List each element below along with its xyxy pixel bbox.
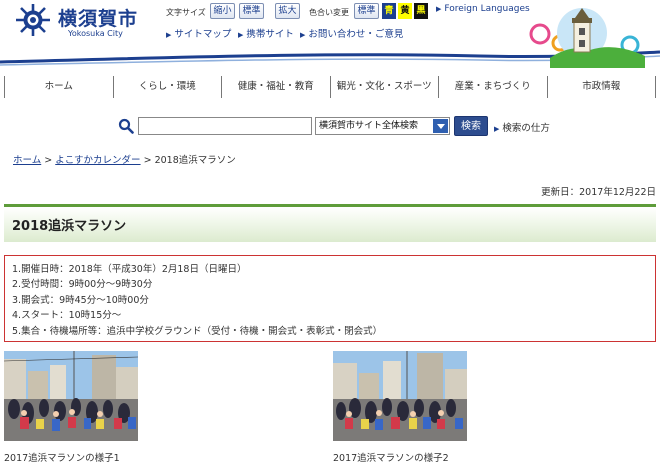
info-line: 5.集合・待機場所等：追浜中学校グラウンド（受付・待機・開会式・表彰式・閉会式）	[12, 325, 383, 337]
city-emblem-icon[interactable]	[14, 3, 52, 37]
sitemap-link[interactable]: ▶ サイトマップ	[166, 26, 231, 40]
search-help-link[interactable]: ▶ 検索の仕方	[494, 120, 550, 134]
font-enlarge-button[interactable]: 拡大	[275, 3, 300, 19]
color-blue-button[interactable]: 青	[382, 3, 396, 19]
lighthouse-illustration	[529, 8, 645, 68]
site-header: 横須賀市 Yokosuka City 文字サイズ 縮小 標準 拡大 色合い変更 …	[0, 0, 660, 68]
search-scope-value: 横須賀市サイト全体検索	[319, 121, 419, 131]
color-black-button[interactable]: 黒	[414, 3, 428, 19]
city-name-english: Yokosuka City	[68, 29, 123, 38]
font-size-label: 文字サイズ	[166, 8, 206, 17]
foreign-languages-link[interactable]: ▶ Foreign Languages	[436, 4, 530, 14]
contact-link[interactable]: ▶ お問い合わせ・ご意見	[300, 26, 403, 40]
search-button[interactable]: 検索	[454, 116, 488, 136]
marathon-photo-1[interactable]	[4, 351, 138, 441]
nav-item-industry[interactable]: 産業・まちづくり	[438, 76, 547, 98]
nav-item-home[interactable]: ホーム	[4, 76, 113, 98]
arrow-right-icon: ▶	[494, 125, 500, 133]
font-standard-button[interactable]: 標準	[239, 3, 264, 19]
arrow-right-icon: ▶	[436, 5, 442, 13]
search-icon	[118, 118, 134, 134]
foreign-languages-label: Foreign Languages	[444, 4, 530, 14]
marathon-photo-2[interactable]	[333, 351, 467, 441]
font-shrink-button[interactable]: 縮小	[210, 3, 235, 19]
info-line: 3.開会式：9時45分～10時00分	[12, 294, 149, 306]
breadcrumb-separator: >	[44, 155, 53, 166]
search-help-label: 検索の仕方	[502, 123, 550, 134]
arrow-right-icon: ▶	[166, 31, 172, 39]
global-nav: ホーム くらし・環境 健康・福祉・教育 観光・文化・スポーツ 産業・まちづくり …	[4, 76, 656, 98]
chevron-down-icon	[433, 119, 448, 133]
city-name[interactable]: 横須賀市	[58, 4, 138, 31]
mobile-site-label: 携帯サイト	[246, 29, 294, 40]
breadcrumb-home-link[interactable]: ホーム	[13, 155, 41, 166]
info-line: 2.受付時間：9時00分～9時30分	[12, 279, 153, 291]
mobile-site-link[interactable]: ▶ 携帯サイト	[238, 26, 294, 40]
info-line: 4.スタート：10時15分～	[12, 310, 122, 322]
contact-label: お問い合わせ・ご意見	[308, 29, 404, 40]
color-change-label: 色合い変更	[309, 8, 349, 17]
arrow-right-icon: ▶	[300, 31, 306, 39]
photo-caption-2: 2017追浜マラソンの様子2	[333, 453, 449, 464]
nav-item-city-info[interactable]: 市政情報	[546, 76, 656, 98]
breadcrumb: ホーム > よこすかカレンダー > 2018追浜マラソン	[13, 152, 236, 166]
page-title-bar: 2018追浜マラソン	[4, 204, 656, 242]
photo-caption-1: 2017追浜マラソンの様子1	[4, 453, 120, 464]
breadcrumb-current: 2018追浜マラソン	[154, 155, 236, 166]
event-info-box: 1.開催日時：2018年（平成30年）2月18日（日曜日） 2.受付時間：9時0…	[4, 255, 656, 342]
color-yellow-button[interactable]: 黄	[398, 3, 412, 19]
breadcrumb-separator: >	[143, 155, 152, 166]
nav-item-tourism[interactable]: 観光・文化・スポーツ	[329, 76, 439, 98]
breadcrumb-calendar-link[interactable]: よこすかカレンダー	[55, 155, 140, 166]
search-input[interactable]	[138, 117, 312, 135]
sitemap-label: サイトマップ	[174, 29, 232, 40]
nav-item-living[interactable]: くらし・環境	[112, 76, 222, 98]
nav-item-health[interactable]: 健康・福祉・教育	[221, 76, 330, 98]
color-standard-button[interactable]: 標準	[354, 3, 379, 19]
updated-date: 更新日：2017年12月22日	[541, 187, 656, 198]
info-line: 1.開催日時：2018年（平成30年）2月18日（日曜日）	[12, 264, 247, 275]
arrow-right-icon: ▶	[238, 31, 244, 39]
search-scope-select[interactable]: 横須賀市サイト全体検索	[315, 117, 450, 135]
page-title: 2018追浜マラソン	[12, 219, 127, 234]
